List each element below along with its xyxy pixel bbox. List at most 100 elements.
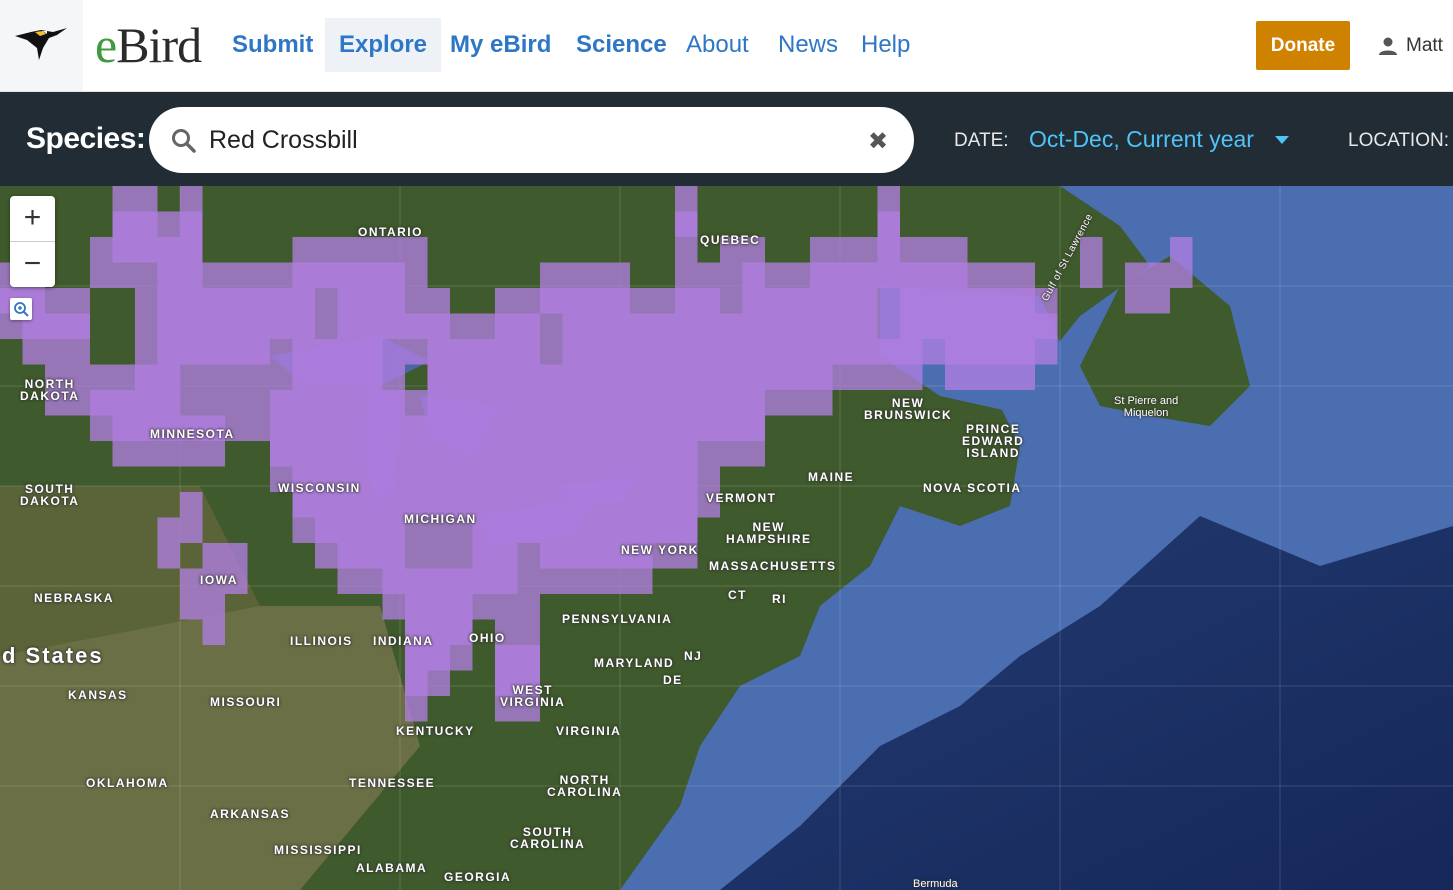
range-cell bbox=[877, 262, 900, 314]
ebird-logo-icon[interactable] bbox=[0, 0, 83, 91]
range-cell bbox=[765, 364, 788, 416]
range-cell bbox=[180, 339, 203, 390]
range-cell bbox=[382, 568, 405, 620]
map-label: WEST VIRGINIA bbox=[500, 683, 566, 709]
map-label: WISCONSIN bbox=[278, 481, 361, 495]
range-cell bbox=[135, 288, 158, 339]
range-cell bbox=[472, 568, 495, 620]
range-cell bbox=[787, 364, 810, 416]
range-cell bbox=[405, 237, 428, 288]
range-cell bbox=[697, 415, 720, 467]
map-label: NEW BRUNSWICK bbox=[864, 396, 953, 422]
map-label: KENTUCKY bbox=[396, 724, 475, 738]
map-label: ONTARIO bbox=[358, 225, 423, 239]
range-cell bbox=[495, 568, 518, 620]
range-cell bbox=[855, 339, 878, 390]
map-label: MICHIGAN bbox=[404, 512, 477, 526]
map-label: OKLAHOMA bbox=[86, 776, 169, 790]
range-cell bbox=[877, 339, 900, 390]
ebird-wordmark[interactable]: eBird bbox=[95, 18, 202, 72]
map-label: VIRGINIA bbox=[556, 724, 622, 738]
zoom-out-button[interactable]: − bbox=[10, 241, 55, 286]
map-label: OHIO bbox=[469, 631, 506, 645]
range-cell bbox=[225, 339, 248, 390]
map-label: SOUTH CAROLINA bbox=[510, 825, 586, 851]
range-cell bbox=[180, 492, 203, 543]
map-label: IOWA bbox=[200, 573, 238, 587]
range-cell bbox=[135, 237, 158, 288]
range-cell bbox=[360, 543, 383, 594]
range-cell bbox=[292, 492, 315, 543]
nav-news[interactable]: News bbox=[764, 18, 852, 72]
donate-button[interactable]: Donate bbox=[1256, 21, 1350, 70]
range-cell bbox=[67, 313, 90, 365]
map-label: CT bbox=[728, 588, 747, 602]
nav-explore[interactable]: Explore bbox=[325, 18, 442, 72]
range-cell bbox=[157, 517, 180, 569]
range-cell bbox=[990, 339, 1013, 390]
map-label: KANSAS bbox=[68, 688, 128, 702]
map-label: MINNESOTA bbox=[150, 427, 235, 441]
caret-down-icon[interactable] bbox=[1275, 136, 1289, 144]
range-cell bbox=[45, 313, 68, 365]
range-cell bbox=[945, 339, 968, 390]
range-cell bbox=[517, 568, 540, 620]
nav-submit[interactable]: Submit bbox=[218, 18, 327, 72]
user-menu[interactable]: Matt bbox=[1378, 30, 1443, 62]
zoom-in-button[interactable]: + bbox=[10, 196, 55, 241]
range-cell bbox=[720, 415, 743, 467]
range-cell bbox=[112, 415, 135, 467]
range-cell bbox=[90, 390, 113, 441]
map-label: Bermuda bbox=[913, 878, 958, 890]
map-label: INDIANA bbox=[373, 634, 434, 648]
range-cell bbox=[202, 594, 225, 645]
map-label: MAINE bbox=[808, 470, 855, 484]
range-cell bbox=[540, 288, 563, 339]
species-search[interactable]: ✖ bbox=[149, 107, 914, 173]
clear-icon[interactable]: ✖ bbox=[864, 128, 892, 156]
map-label: NEW YORK bbox=[621, 543, 699, 557]
range-cell bbox=[337, 543, 360, 594]
user-icon bbox=[1379, 37, 1397, 55]
map-label: RI bbox=[772, 592, 787, 606]
range-cell bbox=[405, 670, 428, 722]
date-dropdown[interactable]: Oct-Dec, Current year bbox=[1029, 126, 1254, 153]
nav-about[interactable]: About bbox=[672, 18, 763, 72]
range-cell bbox=[315, 262, 338, 314]
range-cell bbox=[900, 339, 923, 390]
search-icon bbox=[172, 129, 196, 153]
range-cell bbox=[157, 415, 180, 467]
nav-help[interactable]: Help bbox=[847, 18, 924, 72]
nav-my-ebird[interactable]: My eBird bbox=[436, 18, 565, 72]
range-cell bbox=[922, 313, 945, 365]
map-label: VERMONT bbox=[706, 491, 777, 505]
range-cell bbox=[540, 543, 563, 594]
range-cell bbox=[202, 415, 225, 467]
location-label: LOCATION: bbox=[1348, 130, 1449, 151]
range-cell bbox=[315, 517, 338, 569]
user-name: Matt bbox=[1406, 35, 1443, 56]
range-cell bbox=[585, 543, 608, 594]
map-label: MISSISSIPPI bbox=[274, 843, 362, 857]
zoom-box-icon[interactable] bbox=[10, 298, 32, 320]
range-cell bbox=[270, 313, 293, 365]
map-label: St Pierre and Miquelon bbox=[1114, 395, 1179, 419]
range-cell bbox=[1080, 237, 1103, 288]
species-input[interactable] bbox=[209, 119, 849, 161]
map-label: ILLINOIS bbox=[290, 634, 353, 648]
range-cell bbox=[112, 237, 135, 288]
map-label: NEW HAMPSHIRE bbox=[726, 520, 812, 546]
map-label: PRINCE EDWARD ISLAND bbox=[962, 422, 1025, 460]
range-cell bbox=[1170, 237, 1193, 288]
range-cell bbox=[742, 415, 765, 467]
range-cell bbox=[810, 364, 833, 416]
range-cell bbox=[1125, 262, 1148, 314]
zoom-control: + − bbox=[10, 196, 55, 287]
top-navigation: eBird Submit Explore My eBird Science Ab… bbox=[0, 0, 1453, 92]
nav-science[interactable]: Science bbox=[562, 18, 681, 72]
range-map[interactable]: + − ONTARIO QUEBEC NORTH DAKOTA MINNESOT… bbox=[0, 186, 1453, 890]
filter-bar: Species: ✖ DATE: Oct-Dec, Current year L… bbox=[0, 92, 1453, 186]
range-cell bbox=[1147, 262, 1170, 314]
range-cell bbox=[1012, 339, 1035, 390]
map-label: ARKANSAS bbox=[210, 807, 291, 821]
